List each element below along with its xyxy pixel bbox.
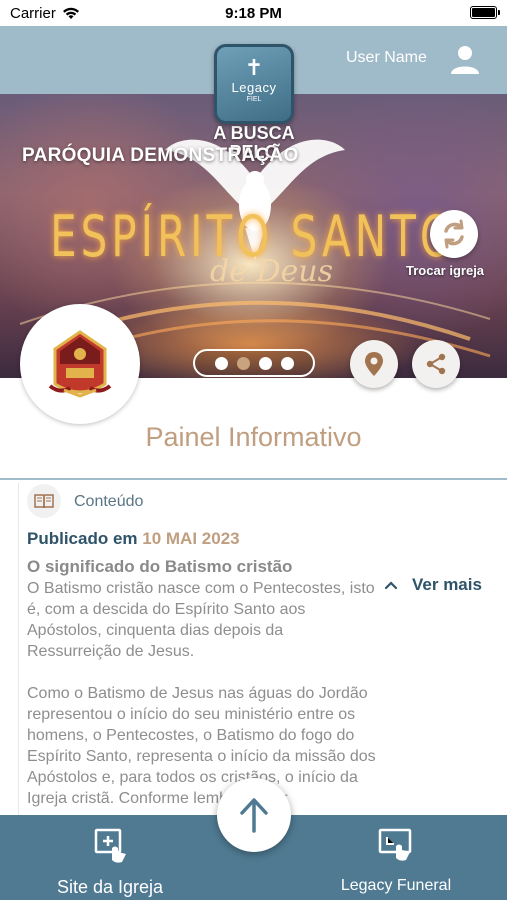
- church-site-button[interactable]: Site da Igreja: [40, 826, 180, 898]
- carousel-dot[interactable]: [214, 356, 228, 370]
- user-icon[interactable]: [449, 43, 481, 75]
- legacy-funeral-button[interactable]: Legacy Funeral: [326, 826, 466, 895]
- section-title: Painel Informativo: [145, 422, 362, 452]
- change-church-button[interactable]: [430, 210, 478, 258]
- content-category-badge: [27, 484, 61, 518]
- carousel-dot[interactable]: [258, 356, 272, 370]
- change-church-label[interactable]: Trocar igreja: [406, 263, 484, 278]
- user-name[interactable]: User Name: [346, 49, 427, 67]
- section-divider: [0, 478, 507, 480]
- share-icon: [426, 353, 446, 375]
- map-pin-icon: [365, 352, 383, 376]
- banner-script-title: de Deus: [210, 254, 334, 289]
- post-title: O significado do Batismo cristão: [27, 557, 293, 576]
- scroll-to-top-button[interactable]: [217, 778, 291, 852]
- status-bar: Carrier 9:18 PM: [0, 0, 507, 26]
- carousel-indicator[interactable]: [193, 349, 315, 377]
- logo-title: Legacy: [231, 80, 277, 95]
- published-date: 10 MAI 2023: [142, 529, 240, 548]
- church-site-label: Site da Igreja: [56, 877, 164, 897]
- post-category: Conteúdo: [74, 493, 144, 510]
- status-time: 9:18 PM: [225, 5, 282, 22]
- carousel-dot-active[interactable]: [236, 356, 250, 370]
- battery-icon: [470, 6, 500, 19]
- share-button[interactable]: [412, 340, 460, 388]
- app-logo: ✝ Legacy FIEL: [214, 44, 294, 124]
- church-crest-icon: [48, 330, 112, 398]
- post-body: O Batismo cristão nasce com o Pentecoste…: [27, 580, 376, 807]
- chevron-up-icon: [384, 581, 398, 590]
- parish-name: PARÓQUIA DEMONSTRAÇÃO: [22, 145, 299, 166]
- church-avatar[interactable]: [20, 304, 140, 424]
- legacy-funeral-label: Legacy Funeral: [340, 877, 452, 894]
- location-button[interactable]: [350, 340, 398, 388]
- carousel-dot[interactable]: [280, 356, 294, 370]
- cross-icon: ✝: [244, 55, 264, 80]
- website-touch-icon: [94, 828, 126, 863]
- arrow-up-icon: [240, 798, 268, 833]
- see-more-button[interactable]: Ver mais: [384, 575, 482, 595]
- see-more-label: Ver mais: [412, 575, 482, 594]
- sync-icon: [444, 219, 464, 249]
- published-prefix: Publicado em: [27, 529, 138, 548]
- book-icon: [34, 494, 54, 509]
- logo-subtitle: FIEL: [246, 96, 262, 103]
- screen-touch-icon: [378, 828, 412, 861]
- post-published: Publicado em 10 MAI 2023: [27, 529, 240, 549]
